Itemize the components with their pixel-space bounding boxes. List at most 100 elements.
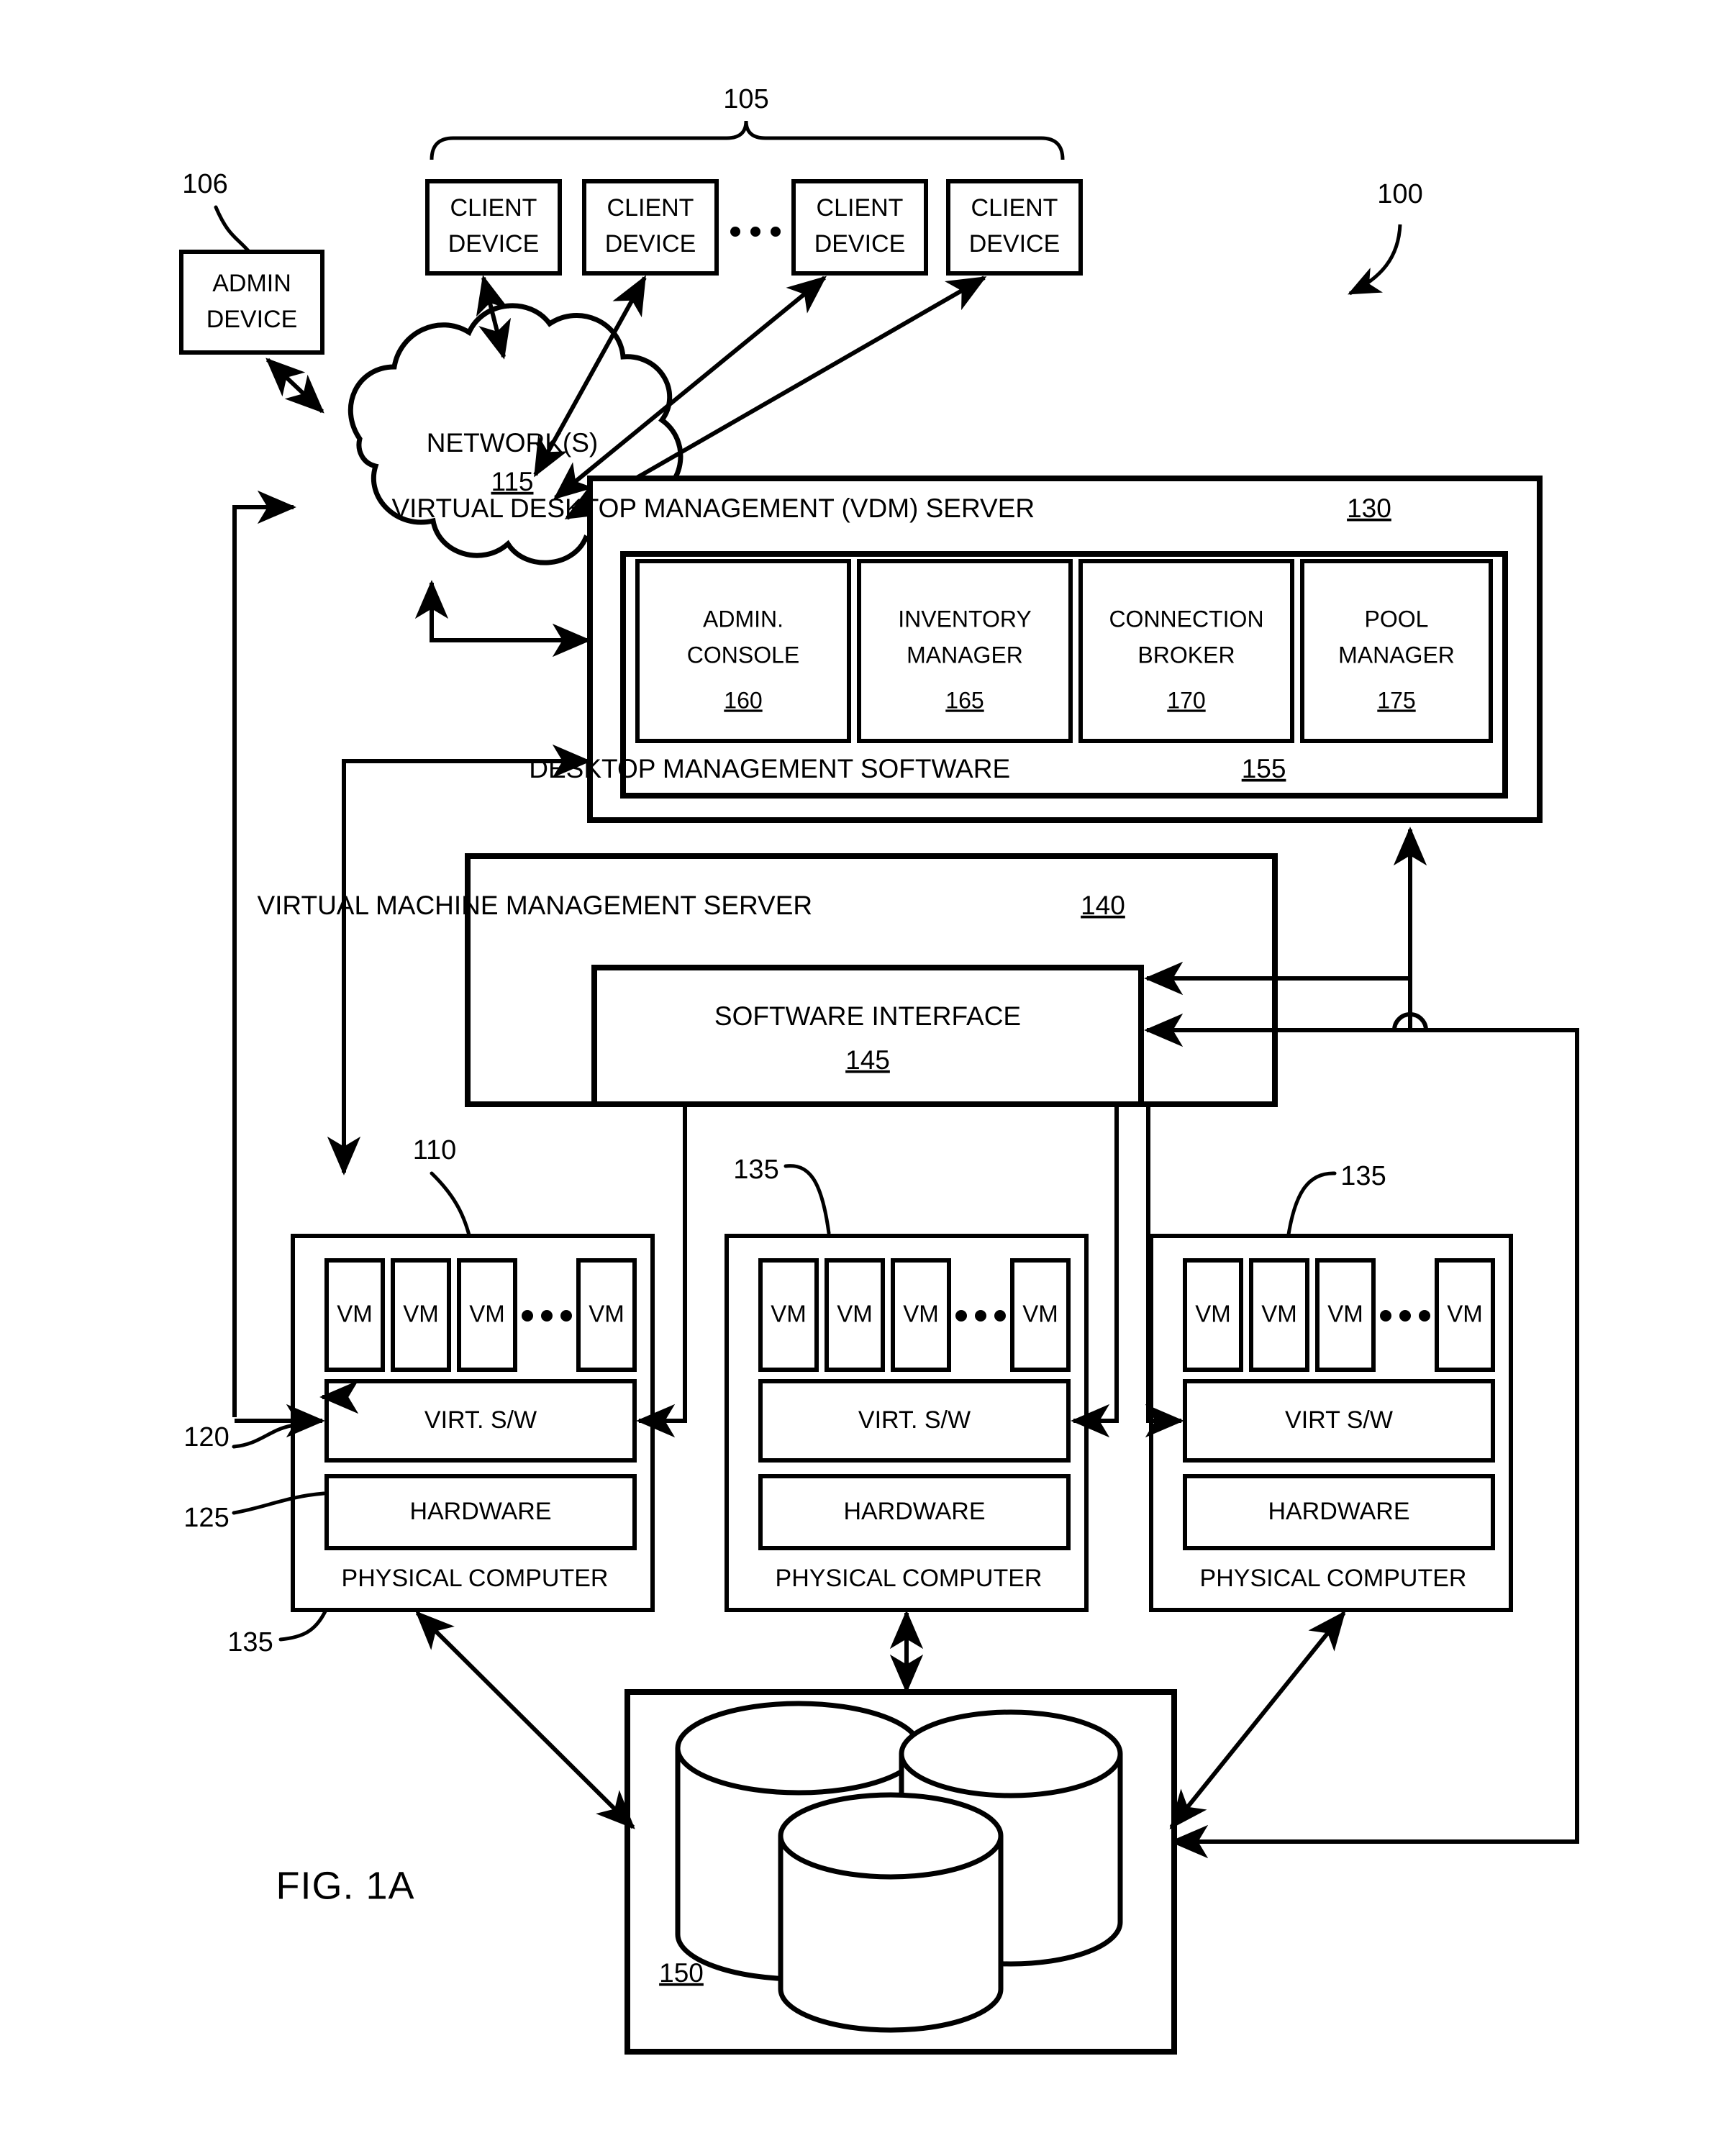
pc2-vm-ellipsis <box>955 1310 1006 1322</box>
ref-110-leader <box>430 1171 473 1243</box>
software-interface-title: SOFTWARE INTERFACE <box>714 1001 1021 1031</box>
software-interface-ref: 145 <box>845 1045 890 1075</box>
ref-135-mid: 135 <box>733 1155 778 1185</box>
ref-120: 120 <box>183 1422 229 1452</box>
arrow-pc3-storage <box>1169 1610 1346 1830</box>
dms-ref: 155 <box>1242 754 1286 783</box>
client-group-brace <box>430 120 1065 160</box>
module-inventory-manager-ref: 165 <box>945 687 984 713</box>
software-interface[interactable]: SOFTWARE INTERFACE 145 <box>591 965 1144 1107</box>
storage-array: 150 <box>624 1689 1177 2055</box>
arrow-hosts-network-bus <box>232 490 296 1417</box>
client-device-4-line2: DEVICE <box>969 230 1060 258</box>
physical-computer-3: 135 VM VM VM VM VIRT S/W HARDWARE PHYSIC… <box>1149 1161 1513 1612</box>
module-pool-manager-ref: 175 <box>1377 687 1415 713</box>
admin-device[interactable]: 106 ADMIN DEVICE <box>179 169 324 355</box>
vdm-server-ref: 130 <box>1347 493 1391 523</box>
vmm-server-title: VIRTUAL MACHINE MANAGEMENT SERVER <box>257 891 812 920</box>
arrow-network-vdm <box>414 580 591 658</box>
pc2-hardware-label: HARDWARE <box>843 1498 985 1525</box>
module-connection-broker-ref: 170 <box>1167 687 1205 713</box>
pc2-virt-sw-label: VIRT. S/W <box>858 1406 971 1434</box>
module-admin-console-line1: ADMIN. <box>703 606 783 632</box>
client-device-4-line1: CLIENT <box>971 194 1058 222</box>
module-pool-manager[interactable]: POOL MANAGER 175 <box>1300 559 1493 743</box>
pc1-vm-3: VM <box>469 1301 505 1327</box>
module-connection-broker-line1: CONNECTION <box>1109 606 1263 632</box>
vmm-server: VIRTUAL MACHINE MANAGEMENT SERVER 140 SO… <box>257 853 1278 1107</box>
ref-105: 105 <box>723 84 768 114</box>
ref-110: 110 <box>413 1135 457 1165</box>
patent-figure-1a: 105 CLIENT DEVICE CLIENT DEVICE CLIENT D… <box>0 0 1726 2156</box>
admin-device-line2: DEVICE <box>206 306 298 333</box>
pc1-label: PHYSICAL COMPUTER <box>342 1565 609 1592</box>
physical-computer-1: 110 VM VM VM VM VIRT. S/W HARDWARE PHYSI… <box>183 1135 655 1657</box>
vmm-server-ref: 140 <box>1081 891 1125 920</box>
module-inventory-manager-line1: INVENTORY <box>898 606 1032 632</box>
ref-100-arrow <box>1348 224 1402 296</box>
module-connection-broker-line2: BROKER <box>1137 642 1235 668</box>
module-pool-manager-line1: POOL <box>1365 606 1429 632</box>
client-device-1-line1: CLIENT <box>450 194 537 222</box>
pc3-vm-ellipsis <box>1380 1310 1430 1322</box>
network-label: NETWORK(S) <box>427 428 598 458</box>
ref-125: 125 <box>183 1503 229 1533</box>
module-pool-manager-line2: MANAGER <box>1338 642 1455 668</box>
pc2-vm-4: VM <box>1022 1301 1058 1327</box>
client-device-3-line1: CLIENT <box>817 194 904 222</box>
ref-106-leader <box>214 205 253 255</box>
client-device-group: 105 CLIENT DEVICE CLIENT DEVICE CLIENT D… <box>425 84 1083 276</box>
dms-title: DESKTOP MANAGEMENT SOFTWARE <box>529 754 1010 783</box>
pc1-vm-4: VM <box>589 1301 624 1327</box>
ref-100: 100 <box>1377 179 1422 209</box>
client-device-ellipsis <box>730 227 781 237</box>
pc1-vm-1: VM <box>337 1301 373 1327</box>
pc3-virt-sw-label: VIRT S/W <box>1285 1406 1393 1434</box>
admin-device-line1: ADMIN <box>212 270 291 297</box>
pc1-hardware-label: HARDWARE <box>409 1498 551 1525</box>
storage-disk-front <box>778 1792 1004 2033</box>
ref-135-right-leader <box>1286 1171 1337 1241</box>
client-device-2[interactable]: CLIENT DEVICE <box>582 179 719 276</box>
client-device-3-line2: DEVICE <box>814 230 906 258</box>
arrow-admin-network <box>265 358 324 414</box>
physical-computer-2: 135 VM VM VM VM VIRT. S/W HARDWARE PHYSI… <box>725 1155 1089 1612</box>
arrow-pc1-storage <box>415 1611 635 1829</box>
vdm-server-title: VIRTUAL DESKTOP MANAGEMENT (VDM) SERVER <box>391 493 1035 523</box>
ref-135-left: 135 <box>227 1627 273 1657</box>
client-device-1-line2: DEVICE <box>448 230 540 258</box>
pc3-vm-3: VM <box>1327 1301 1363 1327</box>
desktop-management-software: DESKTOP MANAGEMENT SOFTWARE 155 ADMIN. C… <box>529 551 1508 799</box>
pc1-vm-ellipsis <box>522 1310 572 1322</box>
module-admin-console-ref: 160 <box>724 687 762 713</box>
pc2-vm-2: VM <box>837 1301 873 1327</box>
network-ref: 115 <box>491 467 534 496</box>
ref-135-right: 135 <box>1340 1161 1386 1191</box>
client-device-1[interactable]: CLIENT DEVICE <box>425 179 562 276</box>
pc2-vm-3: VM <box>903 1301 939 1327</box>
pc1-vm-2: VM <box>403 1301 439 1327</box>
ref-135-mid-leader <box>783 1164 831 1235</box>
pc3-vm-2: VM <box>1261 1301 1297 1327</box>
module-inventory-manager[interactable]: INVENTORY MANAGER 165 <box>857 559 1073 743</box>
pc3-vm-1: VM <box>1195 1301 1231 1327</box>
client-device-3[interactable]: CLIENT DEVICE <box>791 179 928 276</box>
pc2-vm-1: VM <box>771 1301 807 1327</box>
ref-120-leader <box>232 1424 293 1449</box>
client-device-4[interactable]: CLIENT DEVICE <box>946 179 1083 276</box>
pc2-label: PHYSICAL COMPUTER <box>776 1565 1043 1592</box>
figure-label: FIG. 1A <box>276 1864 414 1907</box>
client-device-2-line1: CLIENT <box>607 194 694 222</box>
module-connection-broker[interactable]: CONNECTION BROKER 170 <box>1078 559 1294 743</box>
pc3-vm-4: VM <box>1447 1301 1483 1327</box>
module-admin-console[interactable]: ADMIN. CONSOLE 160 <box>635 559 851 743</box>
pc3-hardware-label: HARDWARE <box>1268 1498 1409 1525</box>
figure-canvas: 105 CLIENT DEVICE CLIENT DEVICE CLIENT D… <box>179 84 1579 2055</box>
client-device-2-line2: DEVICE <box>605 230 696 258</box>
module-inventory-manager-line2: MANAGER <box>907 642 1023 668</box>
pc1-virt-sw-label: VIRT. S/W <box>424 1406 537 1434</box>
pc3-label: PHYSICAL COMPUTER <box>1200 1565 1467 1592</box>
storage-array-ref: 150 <box>659 1958 704 1988</box>
module-admin-console-line2: CONSOLE <box>687 642 799 668</box>
ref-135-left-leader <box>278 1609 327 1642</box>
